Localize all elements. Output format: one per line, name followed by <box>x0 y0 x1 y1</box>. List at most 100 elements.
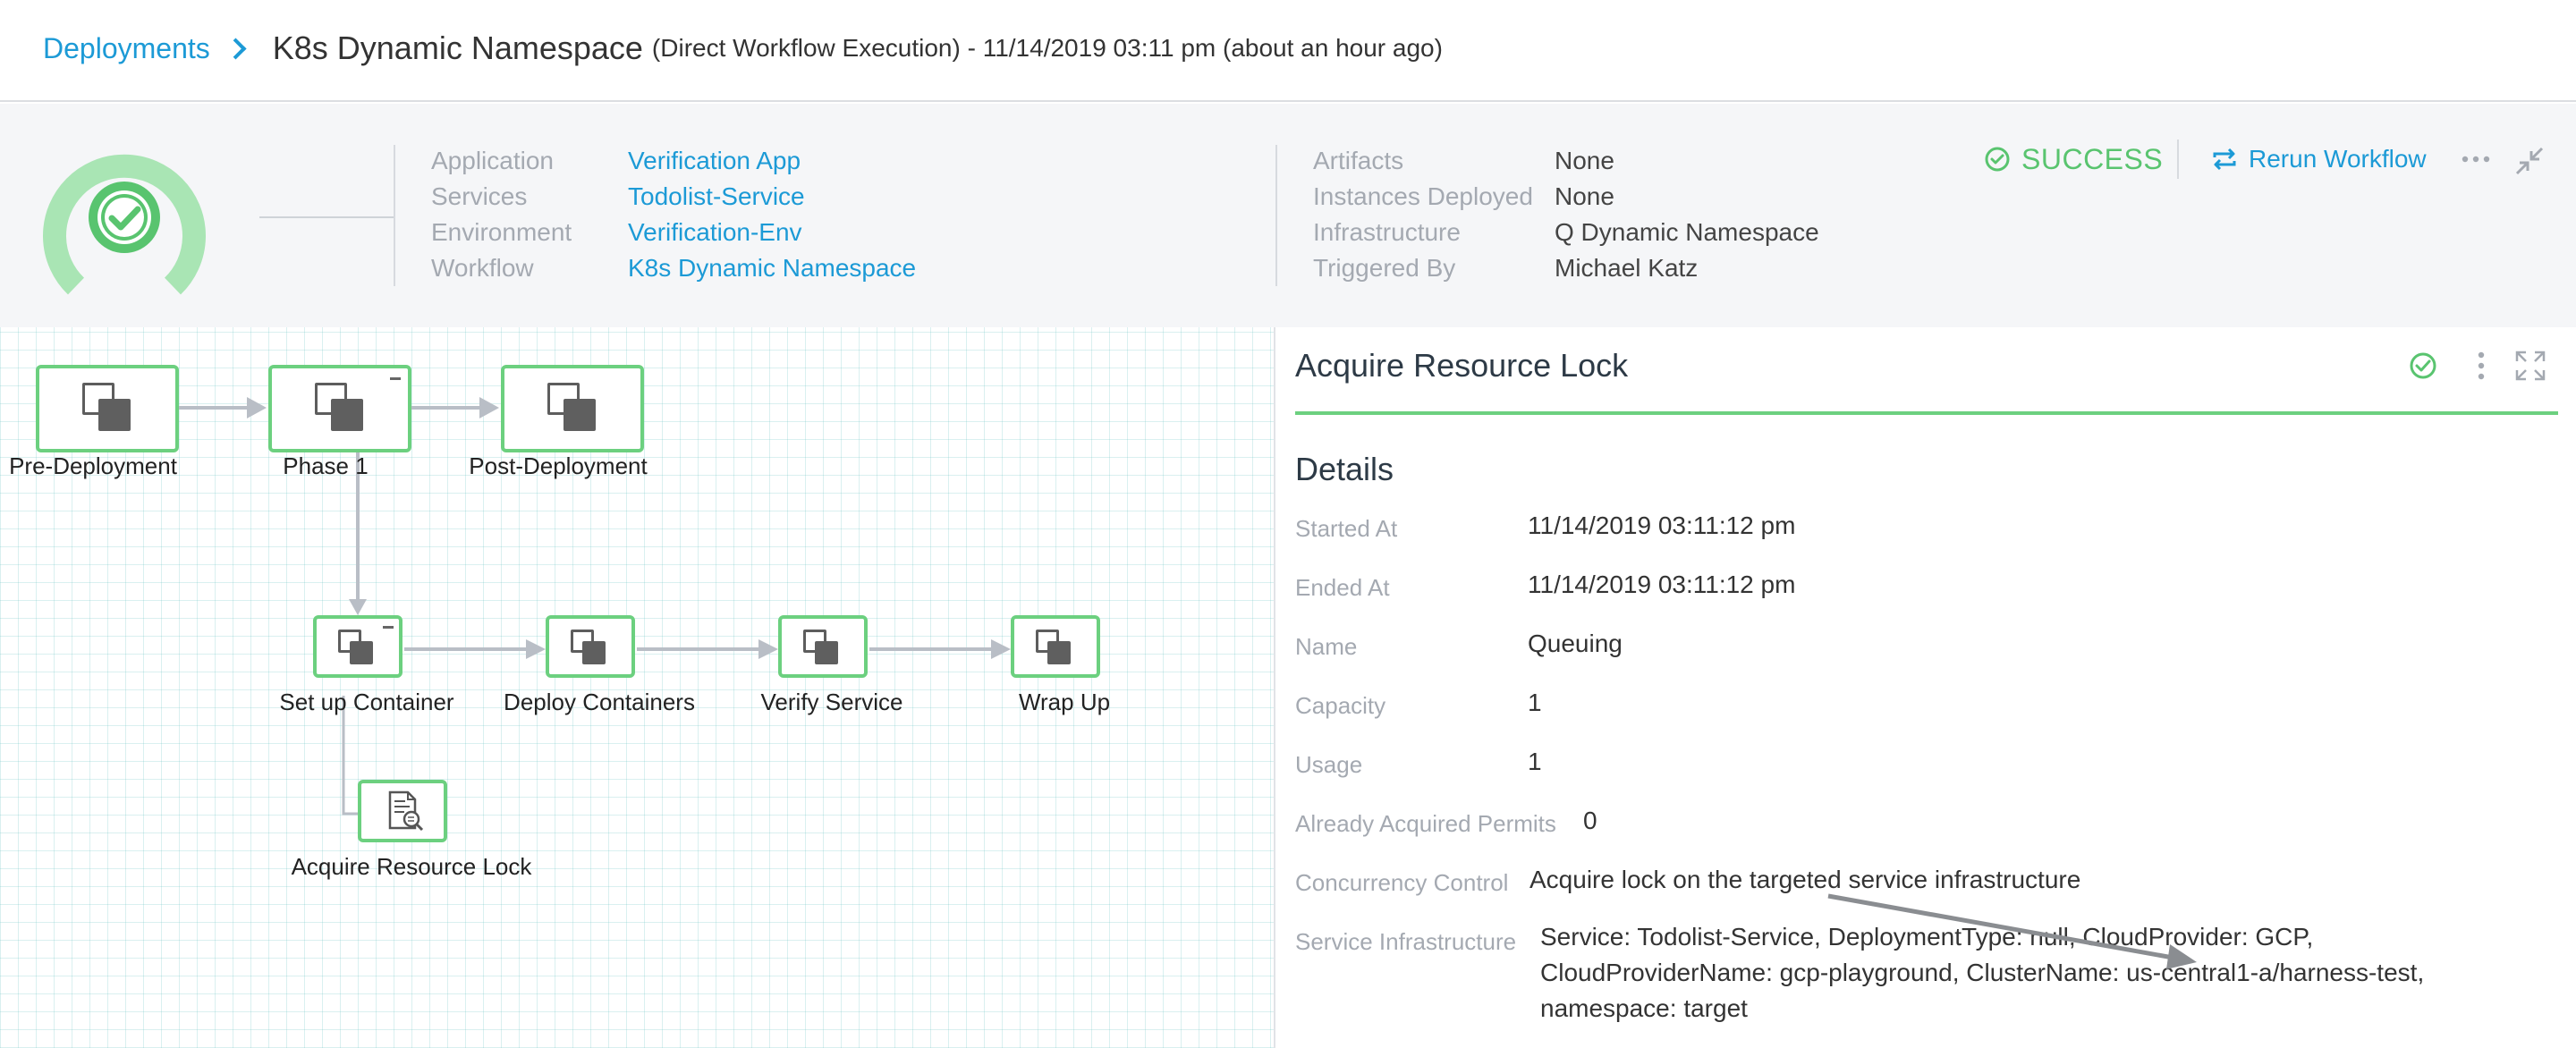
rerun-workflow-button[interactable]: Rerun Workflow <box>2211 139 2427 179</box>
info-label: Environment <box>431 218 572 246</box>
node-post-deployment[interactable] <box>501 365 644 452</box>
details-title: Acquire Resource Lock <box>1295 347 1629 384</box>
info-label: Instances Deployed <box>1313 182 1533 210</box>
info-label: Services <box>431 182 528 210</box>
detail-value: Queuing <box>1528 630 1623 657</box>
execution-info-right: Artifacts None Instances Deployed None I… <box>1313 143 1819 286</box>
detail-value: 1 <box>1528 689 1542 716</box>
breadcrumb-deployments-link[interactable]: Deployments <box>43 32 210 65</box>
environment-link[interactable]: Verification-Env <box>628 218 802 247</box>
detail-row-service-infrastructure: Service Infrastructure Service: Todolist… <box>1295 923 2424 1022</box>
node-verify-service[interactable] <box>778 615 868 678</box>
detail-label: Capacity <box>1295 692 1386 719</box>
check-circle-icon <box>1985 147 2010 172</box>
info-label: Workflow <box>431 254 534 282</box>
info-label: Artifacts <box>1313 147 1404 174</box>
page-header: Deployments K8s Dynamic Namespace (Direc… <box>0 0 2576 102</box>
execution-summary: Application Verification App Services To… <box>0 104 2576 327</box>
workflow-graph-canvas[interactable]: Pre-Deployment Phase 1 Post-Deployment S… <box>0 327 1274 1048</box>
node-phase-1[interactable] <box>268 365 411 452</box>
info-row-workflow: Workflow K8s Dynamic Namespace <box>431 250 916 286</box>
info-label: Triggered By <box>1313 254 1456 282</box>
rerun-icon <box>2213 148 2236 171</box>
divider <box>1275 145 1277 286</box>
phase-icon-fill <box>564 399 596 431</box>
success-gauge-icon <box>43 154 206 295</box>
check-circle-icon <box>2410 352 2436 379</box>
more-options-icon[interactable] <box>2458 147 2494 172</box>
info-label: Application <box>431 147 554 174</box>
arrow-head <box>758 639 778 659</box>
rerun-workflow-label: Rerun Workflow <box>2249 145 2427 173</box>
node-pre-deployment[interactable] <box>36 365 179 452</box>
info-row-instances: Instances Deployed None <box>1313 179 1819 215</box>
node-set-up-container[interactable] <box>313 615 402 678</box>
info-value: Q Dynamic Namespace <box>1555 218 1819 246</box>
info-row-infrastructure: Infrastructure Q Dynamic Namespace <box>1313 215 1819 250</box>
step-icon-fill <box>582 641 606 664</box>
divider <box>2177 139 2179 179</box>
page-title: K8s Dynamic Namespace <box>272 30 643 66</box>
detail-value: 11/14/2019 03:11:12 pm <box>1528 511 1796 539</box>
node-wrap-up[interactable] <box>1011 615 1100 678</box>
detail-label: Usage <box>1295 751 1363 778</box>
step-icon-fill <box>350 641 373 664</box>
info-row-application: Application Verification App <box>431 143 916 179</box>
service-link[interactable]: Todolist-Service <box>628 182 805 211</box>
node-label: Deploy Containers <box>504 689 695 715</box>
detail-row-ended-at: Ended At 11/14/2019 03:11:12 pm <box>1295 570 1795 602</box>
detail-value: Service: Todolist-Service, DeploymentTyp… <box>1540 923 2425 1022</box>
node-label: Wrap Up <box>1018 689 1111 715</box>
status-text: SUCCESS <box>2021 142 2164 175</box>
expand-icon[interactable] <box>2513 349 2547 383</box>
info-value: None <box>1555 147 1614 174</box>
step-icon-fill <box>1047 641 1071 664</box>
detail-row-capacity: Capacity 1 <box>1295 689 1542 720</box>
info-row-artifacts: Artifacts None <box>1313 143 1819 179</box>
detail-label: Started At <box>1295 515 1398 542</box>
node-deploy-containers[interactable] <box>546 615 635 678</box>
detail-label: Ended At <box>1295 574 1390 601</box>
node-label: Pre-Deployment <box>9 452 177 479</box>
node-label: Acquire Resource Lock <box>291 853 532 880</box>
info-value: Michael Katz <box>1555 254 1699 282</box>
node-label: Verify Service <box>760 689 903 715</box>
arrow-head <box>247 397 267 418</box>
detail-row-usage: Usage 1 <box>1295 748 1542 779</box>
detail-row-concurrency-control: Concurrency Control Acquire lock on the … <box>1295 866 2080 897</box>
detail-value: 11/14/2019 03:11:12 pm <box>1528 570 1796 598</box>
page-subtitle: (Direct Workflow Execution) - 11/14/2019… <box>651 34 1443 62</box>
more-vertical-icon[interactable] <box>2474 349 2488 383</box>
node-label: Set up Container <box>279 689 454 715</box>
workflow-link[interactable]: K8s Dynamic Namespace <box>628 254 916 283</box>
step-icon-fill <box>815 641 838 664</box>
execution-info-left: Application Verification App Services To… <box>431 143 916 286</box>
detail-value: 0 <box>1583 807 1597 834</box>
breadcrumb: Deployments K8s Dynamic Namespace (Direc… <box>43 27 1443 70</box>
collapse-toggle-icon[interactable] <box>383 626 394 629</box>
details-section-heading: Details <box>1295 451 1394 487</box>
divider <box>394 145 395 286</box>
info-value: None <box>1555 182 1614 210</box>
divider <box>1295 411 2558 415</box>
node-label: Post-Deployment <box>469 452 648 479</box>
info-label: Infrastructure <box>1313 218 1461 246</box>
info-row-environment: Environment Verification-Env <box>431 215 916 250</box>
detail-label: Concurrency Control <box>1295 869 1509 896</box>
detail-label: Already Acquired Permits <box>1295 810 1556 837</box>
collapse-toggle-icon[interactable] <box>390 377 401 380</box>
detail-row-started-at: Started At 11/14/2019 03:11:12 pm <box>1295 511 1795 543</box>
collapse-icon[interactable] <box>2512 143 2547 179</box>
arrow-head <box>349 599 367 615</box>
divider <box>259 216 394 218</box>
detail-value: 1 <box>1528 748 1542 775</box>
status-badge: SUCCESS <box>1984 139 2163 179</box>
step-details-panel: Acquire Resource Lock Details Started At… <box>1274 327 2576 1048</box>
application-link[interactable]: Verification App <box>628 147 801 175</box>
detail-row-name: Name Queuing <box>1295 630 1623 661</box>
chevron-right-icon <box>223 32 255 64</box>
node-acquire-resource-lock[interactable] <box>358 780 447 842</box>
detail-label: Service Infrastructure <box>1295 928 1517 955</box>
detail-value: Acquire lock on the targeted service inf… <box>1530 866 2081 893</box>
phase-icon-fill <box>98 399 131 431</box>
